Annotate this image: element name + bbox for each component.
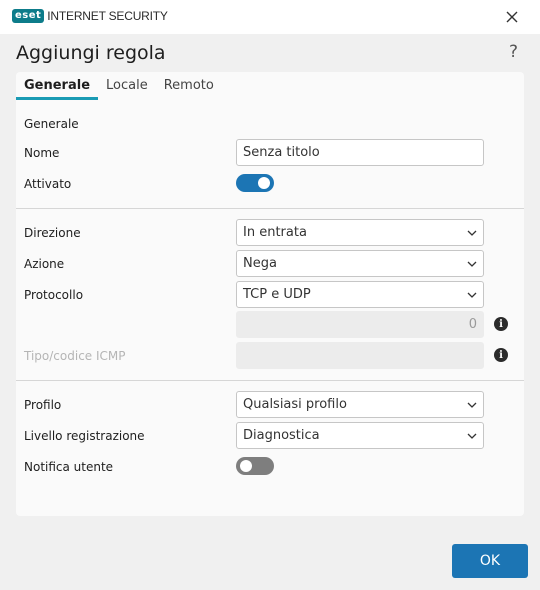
notify-label: Notifica utente <box>24 460 114 474</box>
direction-row: Direzione In entrata <box>16 219 524 247</box>
notify-toggle[interactable] <box>236 457 274 475</box>
tab-remoto[interactable]: Remoto <box>156 72 222 100</box>
protocol-number-input: 0 <box>236 311 484 338</box>
divider <box>16 208 524 209</box>
chevron-down-icon <box>467 292 477 298</box>
profile-row: Profilo Qualsiasi profilo <box>16 391 524 419</box>
direction-value: In entrata <box>243 225 307 240</box>
direction-select[interactable]: In entrata <box>236 219 484 246</box>
name-row: Nome Senza titolo <box>16 139 524 167</box>
help-button[interactable]: ? <box>509 42 518 62</box>
action-select[interactable]: Nega <box>236 250 484 277</box>
tab-locale[interactable]: Locale <box>98 72 156 100</box>
icmp-input <box>236 342 484 369</box>
chevron-down-icon <box>467 433 477 439</box>
enabled-row: Attivato <box>16 170 524 198</box>
divider <box>16 380 524 381</box>
enabled-toggle[interactable] <box>236 174 274 192</box>
name-label: Nome <box>24 146 60 160</box>
close-icon <box>506 11 518 23</box>
direction-label: Direzione <box>24 226 81 240</box>
tab-bar: Generale Locale Remoto <box>16 72 524 100</box>
ok-button[interactable]: OK <box>452 544 528 578</box>
chevron-down-icon <box>467 230 477 236</box>
name-value: Senza titolo <box>243 145 320 160</box>
log-level-row: Livello registrazione Diagnostica <box>16 422 524 450</box>
logo-badge: eset <box>12 9 45 23</box>
log-level-value: Diagnostica <box>243 428 320 443</box>
protocol-number-row: 0 i <box>16 311 524 339</box>
name-input[interactable]: Senza titolo <box>236 139 484 166</box>
eset-logo: eset INTERNET SECURITY <box>12 9 168 23</box>
log-level-select[interactable]: Diagnostica <box>236 422 484 449</box>
protocol-value: TCP e UDP <box>243 287 311 302</box>
icmp-label: Tipo/codice ICMP <box>24 349 126 363</box>
product-name: INTERNET SECURITY <box>47 9 168 23</box>
action-label: Azione <box>24 257 65 271</box>
dialog-title: Aggiungi regola <box>16 42 166 64</box>
protocol-select[interactable]: TCP e UDP <box>236 281 484 308</box>
section-title-generale: Generale <box>24 117 79 131</box>
action-row: Azione Nega <box>16 250 524 278</box>
notify-row: Notifica utente <box>16 453 524 481</box>
enabled-label: Attivato <box>24 177 72 191</box>
info-icon[interactable]: i <box>494 317 508 331</box>
info-icon[interactable]: i <box>494 348 508 362</box>
toggle-knob <box>258 177 270 189</box>
tab-generale[interactable]: Generale <box>16 72 99 100</box>
profile-value: Qualsiasi profilo <box>243 397 347 412</box>
log-level-label: Livello registrazione <box>24 429 145 443</box>
rule-panel: Generale Locale Remoto Generale Nome Sen… <box>16 72 524 516</box>
profile-select[interactable]: Qualsiasi profilo <box>236 391 484 418</box>
toggle-knob <box>240 460 252 472</box>
title-bar: eset INTERNET SECURITY <box>0 0 540 34</box>
chevron-down-icon <box>467 402 477 408</box>
chevron-down-icon <box>467 261 477 267</box>
profile-label: Profilo <box>24 398 62 412</box>
close-button[interactable] <box>502 7 522 27</box>
icmp-row: Tipo/codice ICMP i <box>16 342 524 370</box>
protocol-label: Protocollo <box>24 288 84 302</box>
protocol-number-value: 0 <box>468 317 477 332</box>
protocol-row: Protocollo TCP e UDP <box>16 281 524 309</box>
action-value: Nega <box>243 256 277 271</box>
